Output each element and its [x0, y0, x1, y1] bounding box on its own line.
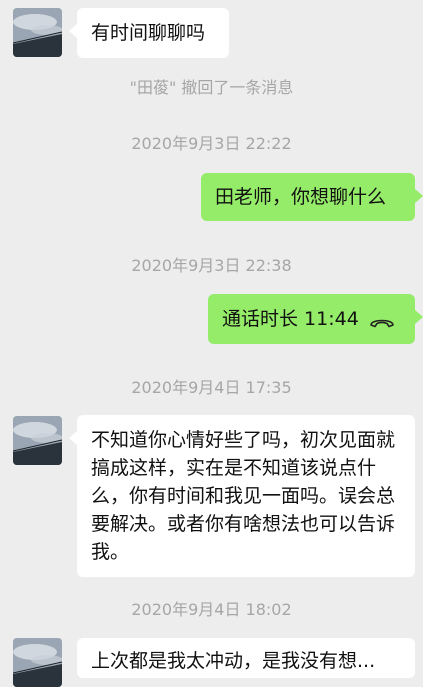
message-bubble-outgoing[interactable]: 田老师，你想聊什么 [201, 173, 423, 221]
message-bubble-incoming[interactable]: 上次都是我太冲动，是我没有想... [77, 638, 415, 678]
sky-photo-avatar-icon [13, 638, 62, 687]
message-bubble-incoming[interactable]: 有时间聊聊吗 [69, 8, 229, 58]
contact-avatar[interactable] [13, 638, 62, 687]
timestamp: 2020年9月3日 22:38 [131, 256, 292, 275]
contact-avatar[interactable] [13, 416, 62, 465]
recall-notice: "田葰" 撤回了一条消息 [129, 78, 294, 97]
sky-photo-avatar-icon [13, 8, 62, 57]
timestamp: 2020年9月4日 18:02 [131, 600, 292, 619]
message-text: 田老师，你想聊什么 [215, 186, 387, 208]
call-record-bubble[interactable]: 通话时长 11:44 [208, 294, 423, 344]
call-duration-label: 通话时长 11:44 [222, 307, 359, 330]
sky-photo-avatar-icon [13, 416, 62, 465]
phone-hangup-icon [369, 311, 395, 328]
message-text: 不知道你心情好些了吗，初次见面就搞成这样，实在是不知道该说点什么，你有时间和我见… [91, 429, 396, 563]
timestamp: 2020年9月3日 22:22 [131, 134, 292, 153]
message-bubble-incoming[interactable]: 不知道你心情好些了吗，初次见面就搞成这样，实在是不知道该说点什么，你有时间和我见… [69, 415, 415, 577]
message-text: 上次都是我太冲动，是我没有想... [91, 650, 376, 672]
contact-avatar[interactable] [13, 8, 62, 57]
chat-window: 有时间聊聊吗 "田葰" 撤回了一条消息 2020年9月3日 22:22 田老师，… [0, 0, 423, 687]
timestamp: 2020年9月4日 17:35 [131, 378, 292, 397]
message-text: 有时间聊聊吗 [91, 22, 206, 44]
